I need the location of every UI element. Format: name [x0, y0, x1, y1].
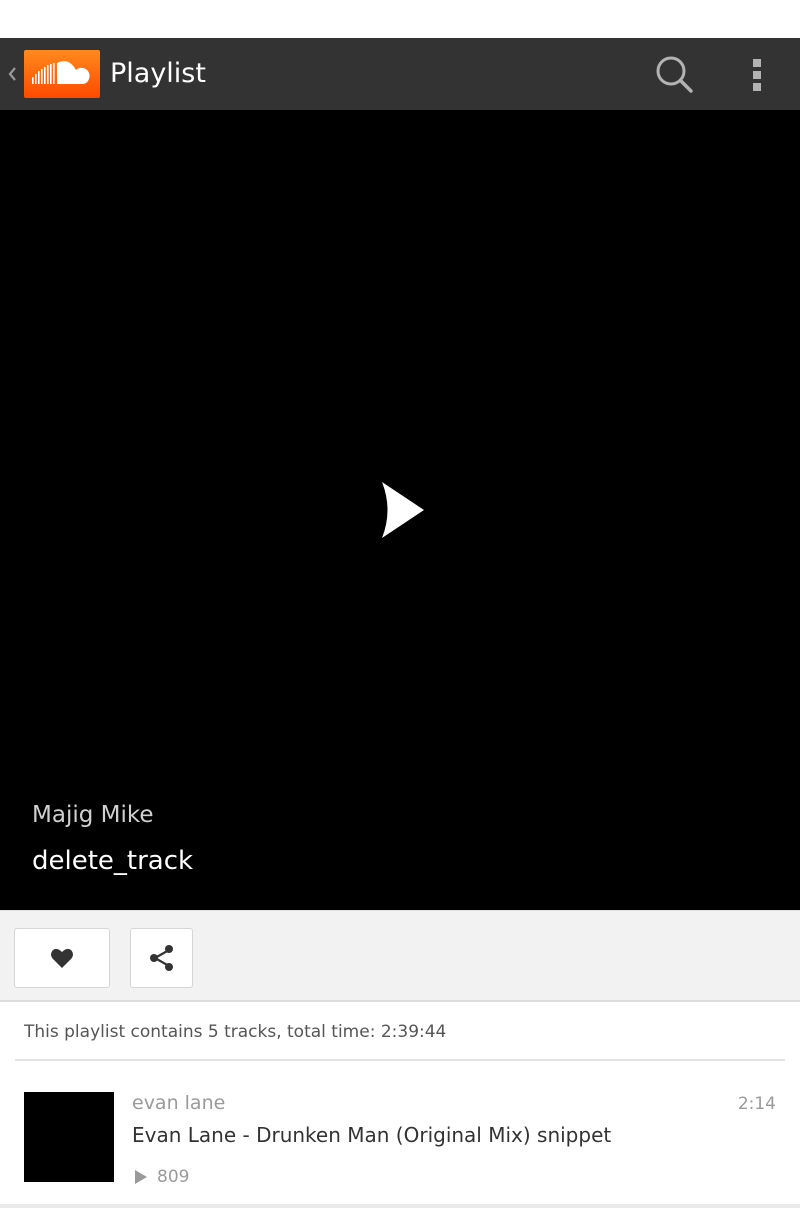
divider	[15, 1059, 785, 1061]
track-artwork	[24, 1092, 114, 1182]
action-buttons	[0, 910, 800, 1002]
track-username: evan lane	[132, 1092, 226, 1114]
screen-title: Playlist	[110, 58, 206, 89]
artwork-username[interactable]: Majig Mike	[32, 802, 154, 828]
like-button[interactable]	[14, 928, 110, 988]
heart-icon	[51, 948, 73, 968]
soundcloud-logo[interactable]	[24, 50, 100, 98]
playlist-artwork[interactable]: Majig Mike delete_track	[0, 110, 800, 910]
search-button[interactable]	[646, 50, 702, 98]
track-duration: 2:14	[737, 1094, 776, 1114]
track-play-count: 809	[157, 1167, 190, 1187]
play-icon[interactable]	[376, 478, 432, 542]
play-count-icon	[135, 1170, 147, 1184]
playlist-summary: This playlist contains 5 tracks, total t…	[24, 1022, 447, 1042]
track-title: Evan Lane - Drunken Man (Original Mix) s…	[132, 1123, 612, 1147]
overflow-menu-icon	[753, 59, 761, 67]
share-button[interactable]	[130, 928, 193, 988]
track-row[interactable]: evan lane Evan Lane - Drunken Man (Origi…	[0, 1062, 800, 1204]
status-bar	[0, 0, 800, 38]
list-edge	[0, 1204, 800, 1208]
overflow-menu-button[interactable]	[738, 50, 778, 98]
search-icon	[656, 56, 693, 93]
share-icon	[149, 945, 173, 971]
up-caret-icon[interactable]	[4, 60, 20, 88]
action-bar: Playlist	[0, 38, 800, 110]
artwork-title: delete_track	[32, 846, 194, 876]
